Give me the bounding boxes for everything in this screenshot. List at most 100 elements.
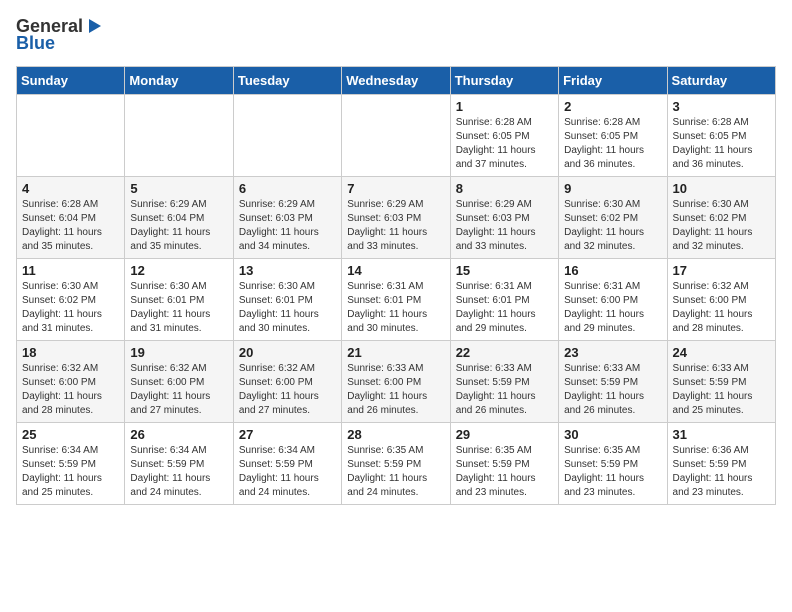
day-number: 14 — [347, 263, 444, 278]
day-cell — [17, 95, 125, 177]
week-row-3: 11 Sunrise: 6:30 AM Sunset: 6:02 PM Dayli… — [17, 259, 776, 341]
col-header-monday: Monday — [125, 67, 233, 95]
day-number: 2 — [564, 99, 661, 114]
day-number: 25 — [22, 427, 119, 442]
day-info: Sunrise: 6:33 AM Sunset: 6:00 PM Dayligh… — [347, 362, 444, 418]
day-number: 27 — [239, 427, 336, 442]
day-info: Sunrise: 6:28 AM Sunset: 6:04 PM Dayligh… — [22, 198, 119, 254]
col-header-tuesday: Tuesday — [233, 67, 341, 95]
day-info: Sunrise: 6:29 AM Sunset: 6:03 PM Dayligh… — [456, 198, 553, 254]
day-info: Sunrise: 6:30 AM Sunset: 6:02 PM Dayligh… — [673, 198, 770, 254]
day-number: 23 — [564, 345, 661, 360]
day-number: 4 — [22, 181, 119, 196]
col-header-thursday: Thursday — [450, 67, 558, 95]
day-number: 1 — [456, 99, 553, 114]
day-number: 30 — [564, 427, 661, 442]
day-cell: 16 Sunrise: 6:31 AM Sunset: 6:00 PM Dayli… — [559, 259, 667, 341]
day-info: Sunrise: 6:35 AM Sunset: 5:59 PM Dayligh… — [456, 444, 553, 500]
col-header-wednesday: Wednesday — [342, 67, 450, 95]
week-row-5: 25 Sunrise: 6:34 AM Sunset: 5:59 PM Dayli… — [17, 423, 776, 505]
calendar-table: SundayMondayTuesdayWednesdayThursdayFrid… — [16, 66, 776, 505]
day-number: 9 — [564, 181, 661, 196]
day-number: 6 — [239, 181, 336, 196]
day-cell — [342, 95, 450, 177]
day-info: Sunrise: 6:32 AM Sunset: 6:00 PM Dayligh… — [22, 362, 119, 418]
day-cell: 11 Sunrise: 6:30 AM Sunset: 6:02 PM Dayli… — [17, 259, 125, 341]
day-info: Sunrise: 6:32 AM Sunset: 6:00 PM Dayligh… — [673, 280, 770, 336]
day-info: Sunrise: 6:36 AM Sunset: 5:59 PM Dayligh… — [673, 444, 770, 500]
day-cell: 6 Sunrise: 6:29 AM Sunset: 6:03 PM Daylig… — [233, 177, 341, 259]
day-cell: 31 Sunrise: 6:36 AM Sunset: 5:59 PM Dayli… — [667, 423, 775, 505]
day-cell: 27 Sunrise: 6:34 AM Sunset: 5:59 PM Dayli… — [233, 423, 341, 505]
day-info: Sunrise: 6:35 AM Sunset: 5:59 PM Dayligh… — [347, 444, 444, 500]
day-info: Sunrise: 6:28 AM Sunset: 6:05 PM Dayligh… — [564, 116, 661, 172]
day-cell: 26 Sunrise: 6:34 AM Sunset: 5:59 PM Dayli… — [125, 423, 233, 505]
day-number: 31 — [673, 427, 770, 442]
day-info: Sunrise: 6:35 AM Sunset: 5:59 PM Dayligh… — [564, 444, 661, 500]
logo-arrow-icon — [85, 17, 103, 35]
day-info: Sunrise: 6:30 AM Sunset: 6:01 PM Dayligh… — [130, 280, 227, 336]
day-number: 24 — [673, 345, 770, 360]
col-header-sunday: Sunday — [17, 67, 125, 95]
day-number: 18 — [22, 345, 119, 360]
day-cell: 30 Sunrise: 6:35 AM Sunset: 5:59 PM Dayli… — [559, 423, 667, 505]
day-cell — [125, 95, 233, 177]
day-info: Sunrise: 6:29 AM Sunset: 6:03 PM Dayligh… — [239, 198, 336, 254]
day-info: Sunrise: 6:33 AM Sunset: 5:59 PM Dayligh… — [564, 362, 661, 418]
day-cell: 17Sunrise: 6:32 AM Sunset: 6:00 PM Dayli… — [667, 259, 775, 341]
day-cell: 7 Sunrise: 6:29 AM Sunset: 6:03 PM Daylig… — [342, 177, 450, 259]
day-info: Sunrise: 6:30 AM Sunset: 6:01 PM Dayligh… — [239, 280, 336, 336]
day-number: 15 — [456, 263, 553, 278]
day-cell: 1 Sunrise: 6:28 AM Sunset: 6:05 PM Daylig… — [450, 95, 558, 177]
day-cell: 19 Sunrise: 6:32 AM Sunset: 6:00 PM Dayli… — [125, 341, 233, 423]
day-number: 11 — [22, 263, 119, 278]
logo: General Blue — [16, 16, 103, 54]
day-info: Sunrise: 6:28 AM Sunset: 6:05 PM Dayligh… — [456, 116, 553, 172]
day-cell: 25 Sunrise: 6:34 AM Sunset: 5:59 PM Dayli… — [17, 423, 125, 505]
day-cell: 14 Sunrise: 6:31 AM Sunset: 6:01 PM Dayli… — [342, 259, 450, 341]
logo-blue: Blue — [16, 33, 55, 54]
day-info: Sunrise: 6:29 AM Sunset: 6:03 PM Dayligh… — [347, 198, 444, 254]
day-cell — [233, 95, 341, 177]
day-cell: 29 Sunrise: 6:35 AM Sunset: 5:59 PM Dayli… — [450, 423, 558, 505]
day-number: 29 — [456, 427, 553, 442]
day-cell: 12 Sunrise: 6:30 AM Sunset: 6:01 PM Dayli… — [125, 259, 233, 341]
day-number: 7 — [347, 181, 444, 196]
day-info: Sunrise: 6:30 AM Sunset: 6:02 PM Dayligh… — [22, 280, 119, 336]
day-number: 28 — [347, 427, 444, 442]
day-info: Sunrise: 6:34 AM Sunset: 5:59 PM Dayligh… — [22, 444, 119, 500]
day-cell: 21 Sunrise: 6:33 AM Sunset: 6:00 PM Dayli… — [342, 341, 450, 423]
day-info: Sunrise: 6:28 AM Sunset: 6:05 PM Dayligh… — [673, 116, 770, 172]
day-number: 19 — [130, 345, 227, 360]
day-cell: 4 Sunrise: 6:28 AM Sunset: 6:04 PM Daylig… — [17, 177, 125, 259]
header: General Blue — [16, 16, 776, 54]
day-cell: 28 Sunrise: 6:35 AM Sunset: 5:59 PM Dayli… — [342, 423, 450, 505]
day-number: 16 — [564, 263, 661, 278]
day-cell: 15Sunrise: 6:31 AM Sunset: 6:01 PM Dayli… — [450, 259, 558, 341]
day-number: 20 — [239, 345, 336, 360]
day-info: Sunrise: 6:34 AM Sunset: 5:59 PM Dayligh… — [239, 444, 336, 500]
week-row-4: 18 Sunrise: 6:32 AM Sunset: 6:00 PM Dayli… — [17, 341, 776, 423]
day-info: Sunrise: 6:33 AM Sunset: 5:59 PM Dayligh… — [673, 362, 770, 418]
day-info: Sunrise: 6:31 AM Sunset: 6:00 PM Dayligh… — [564, 280, 661, 336]
day-cell: 13 Sunrise: 6:30 AM Sunset: 6:01 PM Dayli… — [233, 259, 341, 341]
day-info: Sunrise: 6:33 AM Sunset: 5:59 PM Dayligh… — [456, 362, 553, 418]
day-number: 21 — [347, 345, 444, 360]
day-cell: 9Sunrise: 6:30 AM Sunset: 6:02 PM Daylig… — [559, 177, 667, 259]
day-info: Sunrise: 6:29 AM Sunset: 6:04 PM Dayligh… — [130, 198, 227, 254]
day-cell: 20Sunrise: 6:32 AM Sunset: 6:00 PM Dayli… — [233, 341, 341, 423]
day-number: 26 — [130, 427, 227, 442]
day-number: 3 — [673, 99, 770, 114]
day-info: Sunrise: 6:34 AM Sunset: 5:59 PM Dayligh… — [130, 444, 227, 500]
header-row: SundayMondayTuesdayWednesdayThursdayFrid… — [17, 67, 776, 95]
week-row-2: 4 Sunrise: 6:28 AM Sunset: 6:04 PM Daylig… — [17, 177, 776, 259]
day-info: Sunrise: 6:32 AM Sunset: 6:00 PM Dayligh… — [130, 362, 227, 418]
day-cell: 3 Sunrise: 6:28 AM Sunset: 6:05 PM Daylig… — [667, 95, 775, 177]
day-number: 13 — [239, 263, 336, 278]
week-row-1: 1 Sunrise: 6:28 AM Sunset: 6:05 PM Daylig… — [17, 95, 776, 177]
day-info: Sunrise: 6:31 AM Sunset: 6:01 PM Dayligh… — [347, 280, 444, 336]
day-number: 10 — [673, 181, 770, 196]
day-number: 12 — [130, 263, 227, 278]
col-header-saturday: Saturday — [667, 67, 775, 95]
day-number: 22 — [456, 345, 553, 360]
